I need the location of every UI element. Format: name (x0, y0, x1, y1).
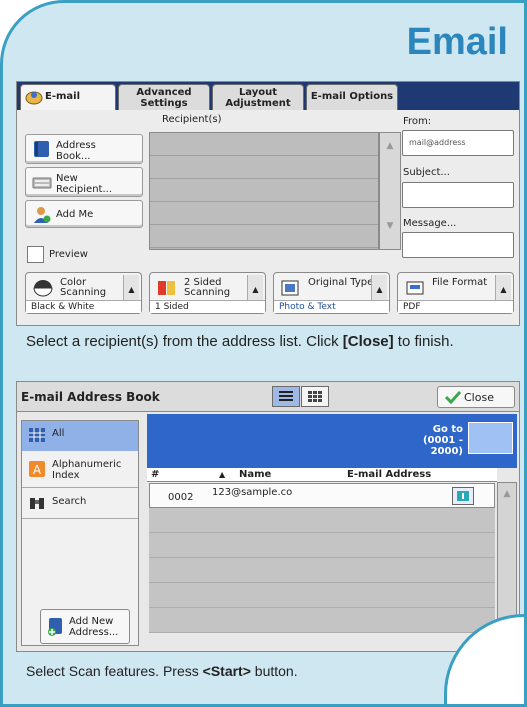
recipient-row[interactable] (150, 156, 378, 179)
list-view-button[interactable] (272, 386, 300, 407)
file-format-icon (406, 281, 424, 295)
instruction-card: Email E-mail Advanced Settings Layout Ad… (0, 0, 527, 707)
column-number[interactable]: # (151, 469, 159, 480)
column-name[interactable]: Name (239, 469, 271, 480)
address-book-title: E-mail Address Book (21, 390, 160, 404)
table-row[interactable] (149, 533, 495, 558)
instruction-1: Select a recipient(s) from the address l… (26, 333, 454, 350)
new-recipient-button[interactable]: New Recipient... (25, 167, 143, 197)
table-row[interactable]: 0002 123@sample.co (149, 483, 495, 508)
subject-label[interactable]: Subject... (403, 167, 450, 178)
goto-label: Go to (0001 - 2000) (422, 424, 463, 457)
recipients-label: Recipient(s) (162, 114, 222, 125)
column-email[interactable]: E-mail Address (347, 469, 431, 480)
sidebar-item-alphanumeric[interactable]: A Alphanumeric Index (22, 452, 138, 488)
sort-ascending-icon[interactable]: ▲ (219, 470, 225, 479)
close-button[interactable]: Close (437, 386, 515, 408)
tab-layout-adjustment[interactable]: Layout Adjustment (212, 84, 304, 110)
entry-detail-button[interactable] (452, 487, 474, 505)
entry-number: 0002 (168, 492, 194, 503)
recipient-row[interactable] (150, 225, 378, 248)
address-book-icon (34, 141, 49, 157)
table-row[interactable] (149, 508, 495, 533)
add-me-button[interactable]: Add Me (25, 200, 143, 228)
tab-email[interactable]: E-mail (20, 84, 116, 111)
photo-text-icon (281, 280, 299, 296)
instruction-2: Select Scan features. Press <Start> butt… (26, 663, 298, 679)
svg-text:A: A (33, 463, 42, 477)
details-icon (457, 491, 469, 501)
grid-view-button[interactable] (301, 386, 329, 407)
scroll-down-icon[interactable]: ▼ (498, 617, 516, 627)
table-row[interactable] (149, 583, 495, 608)
add-address-icon (48, 618, 62, 636)
grid-view-icon (308, 391, 322, 402)
keyboard-icon (32, 177, 52, 189)
page-title: Email (406, 21, 508, 63)
table-row[interactable] (149, 558, 495, 583)
color-mode-icon (33, 280, 53, 297)
scroll-down-icon[interactable]: ▼ (380, 221, 400, 231)
tab-bar: E-mail Advanced Settings Layout Adjustme… (17, 82, 519, 111)
preview-label: Preview (49, 249, 88, 260)
entry-name: 123@sample.co (212, 487, 293, 498)
from-field[interactable]: mail@address (402, 130, 514, 156)
alpha-index-icon: A (29, 461, 45, 477)
recipient-scrollbar[interactable]: ▲ ▼ (379, 132, 401, 250)
address-book-screen: E-mail Address Book Close All A Alphanum… (16, 381, 520, 652)
file-format-button[interactable]: File Format ▲ PDF (397, 272, 514, 314)
address-list: 0002 123@sample.co (149, 483, 495, 643)
color-scanning-button[interactable]: Color Scanning ▲ Black & White (25, 272, 142, 314)
tab-email-options[interactable]: E-mail Options (306, 84, 398, 110)
scroll-up-icon[interactable]: ▲ (380, 141, 400, 151)
recipient-list[interactable] (149, 132, 379, 250)
address-book-button[interactable]: Address Book... (25, 134, 143, 164)
address-book-toolbar: E-mail Address Book Close (17, 382, 519, 412)
original-type-button[interactable]: Original Type ▲ Photo & Text (273, 272, 390, 314)
email-body: Recipient(s) Address Book... New Recipie… (17, 110, 519, 325)
email-screen: E-mail Advanced Settings Layout Adjustme… (16, 81, 520, 326)
tab-advanced-settings[interactable]: Advanced Settings (118, 84, 210, 110)
sidebar-item-search[interactable]: Search (22, 489, 138, 519)
recipient-row[interactable] (150, 133, 378, 156)
column-header: # ▲ Name E-mail Address (147, 468, 497, 482)
email-icon (25, 91, 43, 105)
binoculars-icon (30, 498, 44, 509)
duplex-icon (158, 281, 175, 295)
table-row[interactable] (149, 608, 495, 633)
sidebar-item-all[interactable]: All (22, 421, 138, 451)
grid-icon (29, 428, 45, 442)
address-list-scrollbar[interactable]: ▲ ▼ (497, 482, 517, 643)
checkmark-icon (445, 390, 461, 404)
preview-checkbox[interactable] (27, 246, 44, 263)
address-book-sidebar: All A Alphanumeric Index Search Add New … (21, 420, 139, 646)
message-field[interactable] (402, 232, 514, 258)
two-sided-scanning-button[interactable]: 2 Sided Scanning ▲ 1 Sided (149, 272, 266, 314)
message-label[interactable]: Message... (403, 218, 456, 229)
scroll-up-icon[interactable]: ▲ (498, 489, 516, 499)
subject-field[interactable] (402, 182, 514, 208)
user-add-icon (34, 207, 51, 223)
recipient-row[interactable] (150, 179, 378, 202)
recipient-row[interactable] (150, 202, 378, 225)
add-new-address-button[interactable]: Add New Address... (40, 609, 130, 644)
list-view-icon (279, 391, 293, 401)
goto-input[interactable] (468, 422, 513, 454)
from-label: From: (403, 116, 432, 127)
